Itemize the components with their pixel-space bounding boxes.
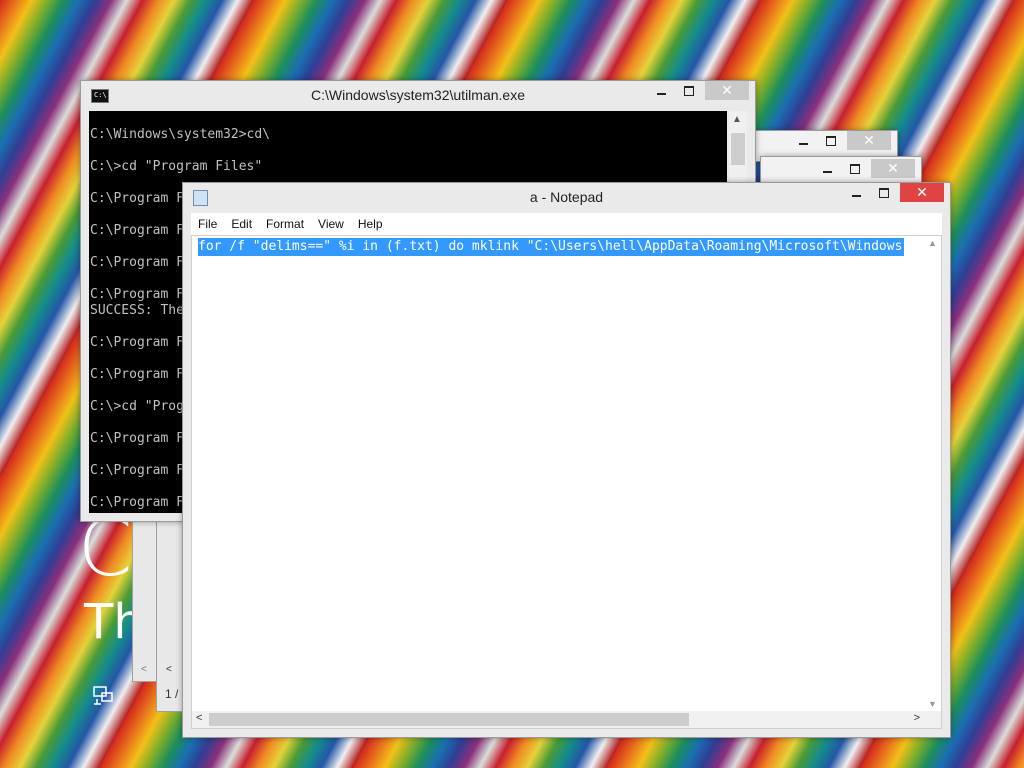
notepad-editor[interactable]: for /f "delims==" %i in (f.txt) do mklin… bbox=[191, 235, 942, 729]
menu-help[interactable]: Help bbox=[351, 217, 390, 231]
cmd-scroll-thumb[interactable] bbox=[731, 133, 745, 165]
notepad-title: a - Notepad bbox=[529, 189, 604, 205]
background-dialog-maximize-button[interactable] bbox=[817, 131, 845, 151]
cmd-maximize-button[interactable] bbox=[675, 81, 703, 101]
notepad-window[interactable]: a - Notepad ✕ File Edit Format View Help… bbox=[182, 182, 951, 738]
background-dialog-2-minimize-button[interactable] bbox=[813, 159, 841, 179]
notepad-minimize-button[interactable] bbox=[842, 183, 870, 203]
scroll-left-icon[interactable]: < bbox=[196, 712, 202, 724]
notepad-horizontal-scrollbar[interactable]: < > bbox=[192, 711, 924, 728]
scroll-left-icon[interactable]: < bbox=[141, 664, 147, 675]
notepad-vertical-scrollbar[interactable]: ▲ ▼ bbox=[924, 236, 941, 711]
notepad-close-button[interactable]: ✕ bbox=[900, 183, 944, 202]
menu-edit[interactable]: Edit bbox=[224, 217, 259, 231]
background-dialog-close-button[interactable]: ✕ bbox=[847, 131, 891, 150]
background-dialog-2-close-button[interactable]: ✕ bbox=[871, 159, 915, 178]
menu-view[interactable]: View bbox=[311, 217, 351, 231]
scrollbar-corner bbox=[924, 711, 941, 728]
scroll-up-icon[interactable]: ▲ bbox=[928, 238, 937, 248]
notepad-titlebar[interactable]: a - Notepad ✕ bbox=[183, 183, 950, 211]
selected-text-line[interactable]: for /f "delims==" %i in (f.txt) do mklin… bbox=[198, 238, 905, 256]
menu-format[interactable]: Format bbox=[259, 217, 311, 231]
notepad-maximize-button[interactable] bbox=[870, 183, 898, 203]
cmd-titlebar[interactable]: C:\ C:\Windows\system32\utilman.exe ✕ bbox=[81, 81, 755, 109]
scroll-down-icon[interactable]: ▼ bbox=[928, 699, 937, 709]
cmd-close-button[interactable]: ✕ bbox=[705, 81, 749, 100]
cmd-minimize-button[interactable] bbox=[647, 81, 675, 101]
scroll-right-icon[interactable]: > bbox=[914, 712, 920, 724]
background-dialog-2-maximize-button[interactable] bbox=[841, 159, 869, 179]
horizontal-scroll-thumb[interactable] bbox=[209, 713, 689, 726]
background-dialog-minimize-button[interactable] bbox=[789, 131, 817, 151]
scroll-left-icon[interactable]: < bbox=[166, 664, 172, 675]
network-icon[interactable] bbox=[92, 684, 114, 706]
notepad-menubar: File Edit Format View Help bbox=[191, 213, 942, 235]
scroll-up-icon[interactable]: ▲ bbox=[732, 114, 742, 125]
status-text: 1 / bbox=[165, 687, 179, 701]
menu-file[interactable]: File bbox=[191, 217, 224, 231]
